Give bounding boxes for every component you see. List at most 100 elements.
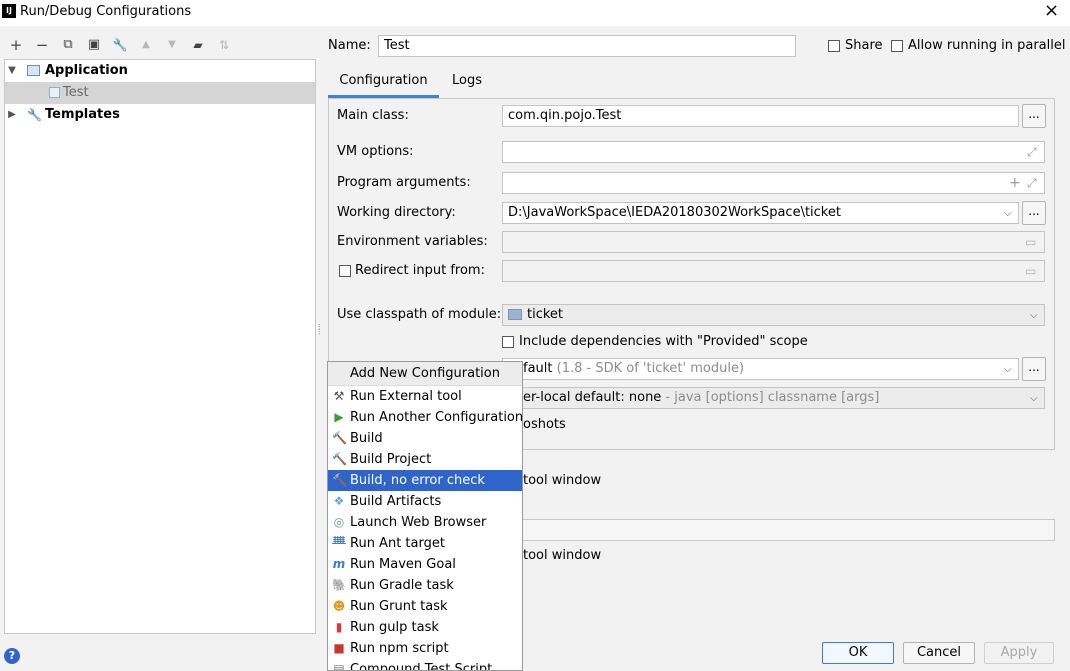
shorten-cmdline-select[interactable]: er-local default: none - java [options] … bbox=[502, 387, 1045, 409]
program-args-label: Program arguments: bbox=[337, 175, 471, 190]
grunt-icon: ☻ bbox=[332, 599, 346, 613]
tools-icon: ⚒ bbox=[333, 389, 345, 403]
redirect-input bbox=[502, 260, 1045, 282]
copy-icon[interactable]: ⧉ bbox=[60, 37, 76, 53]
popup-item-label: Launch Web Browser bbox=[350, 515, 487, 530]
folder-add-icon[interactable]: ▰ bbox=[190, 37, 206, 53]
working-dir-input[interactable]: D:\JavaWorkSpace\IEDA20180302WorkSpace\t… bbox=[502, 202, 1019, 224]
expand-icon[interactable]: ⤢ bbox=[1027, 145, 1037, 160]
window-title: Run/Debug Configurations bbox=[20, 4, 192, 19]
test-config-icon bbox=[49, 87, 60, 98]
hammer-icon: 🔨 bbox=[332, 431, 347, 445]
popup-item[interactable]: ◎ Launch Web Browser bbox=[328, 512, 522, 533]
share-label[interactable]: Share bbox=[845, 38, 883, 53]
classpath-label: Use classpath of module: bbox=[337, 307, 502, 322]
sort-icon: ⇅ bbox=[218, 38, 230, 52]
browse-button[interactable]: ... bbox=[1022, 104, 1046, 128]
chevron-down-icon[interactable]: ⌵ bbox=[1004, 208, 1012, 219]
tab-logs[interactable]: Logs bbox=[452, 68, 482, 98]
shorten-value: er-local default: none bbox=[523, 390, 662, 405]
vm-options-input[interactable] bbox=[502, 141, 1045, 163]
popup-item[interactable]: ❖ Build Artifacts bbox=[328, 491, 522, 512]
chevron-down-icon[interactable]: ⌵ bbox=[1004, 364, 1012, 375]
popup-item[interactable]: 🔨 Build, no error check bbox=[328, 470, 522, 491]
tree-item-label: Templates bbox=[45, 107, 120, 122]
tree-item-test[interactable]: Test bbox=[5, 82, 315, 104]
tab-configuration[interactable]: Configuration bbox=[328, 68, 439, 98]
env-vars-input[interactable] bbox=[502, 231, 1045, 253]
popup-item[interactable]: ■ Run npm script bbox=[328, 638, 522, 659]
popup-item-label: Run Ant target bbox=[350, 536, 445, 551]
npm-icon: ■ bbox=[333, 641, 345, 655]
popup-item[interactable]: ▮ Run gulp task bbox=[328, 617, 522, 638]
name-input[interactable]: Test bbox=[378, 35, 796, 57]
parallel-label[interactable]: Allow running in parallel bbox=[908, 38, 1065, 53]
include-deps-checkbox[interactable] bbox=[502, 336, 514, 348]
intellij-icon: IJ bbox=[2, 4, 16, 18]
popup-item[interactable]: ▤ Compound Test Script bbox=[328, 659, 522, 671]
env-vars-label: Environment variables: bbox=[337, 234, 488, 249]
help-icon[interactable]: ? bbox=[4, 648, 20, 664]
globe-icon: ◎ bbox=[333, 515, 345, 529]
show-tool-window-label: tool window bbox=[523, 473, 602, 488]
folder-icon[interactable]: ▭ bbox=[1025, 235, 1036, 249]
remove-icon[interactable]: − bbox=[34, 37, 50, 53]
popup-header: Add New Configuration bbox=[328, 362, 522, 386]
jre-hint: (1.8 - SDK of 'ticket' module) bbox=[556, 361, 745, 376]
save-icon[interactable]: ▣ bbox=[86, 37, 102, 53]
expand-icon[interactable]: ⤢ bbox=[1027, 176, 1037, 191]
move-down-icon: ▼ bbox=[168, 39, 176, 50]
shorten-hint: - java [options] classname [args] bbox=[665, 390, 880, 405]
chevron-down-icon[interactable]: ⌵ bbox=[1030, 393, 1038, 404]
popup-item[interactable]: m Run Maven Goal bbox=[328, 554, 522, 575]
popup-item[interactable]: ☻ Run Grunt task bbox=[328, 596, 522, 617]
splitter-grip[interactable]: ⁝ ⁝ bbox=[318, 324, 321, 338]
chevron-right-icon[interactable]: ▶ bbox=[7, 104, 17, 126]
title-bar: IJ Run/Debug Configurations × bbox=[0, 0, 1070, 26]
popup-item[interactable]: ▶ Run Another Configuration bbox=[328, 407, 522, 428]
popup-item-label: Run gulp task bbox=[350, 620, 439, 635]
main-class-input[interactable]: com.qin.pojo.Test bbox=[502, 105, 1019, 127]
browse-button[interactable]: ... bbox=[1022, 201, 1046, 225]
popup-item-label: Run Another Configuration bbox=[350, 410, 523, 425]
classpath-select[interactable]: ticket bbox=[502, 304, 1045, 326]
include-deps-label: Include dependencies with "Provided" sco… bbox=[519, 334, 808, 349]
hammer-icon: 🔨 bbox=[332, 473, 347, 487]
before-launch-list[interactable] bbox=[515, 519, 1055, 541]
add-configuration-popup: Add New Configuration ⚒ Run External tool… bbox=[327, 361, 523, 671]
jre-value: fault bbox=[523, 361, 553, 376]
close-icon[interactable]: × bbox=[1044, 1, 1059, 21]
add-icon[interactable]: + bbox=[8, 37, 24, 53]
apply-button[interactable]: Apply bbox=[984, 642, 1054, 664]
popup-item-label: Build bbox=[350, 431, 383, 446]
popup-item[interactable]: 🔨 Build bbox=[328, 428, 522, 449]
jre-select[interactable]: fault (1.8 - SDK of 'ticket' module) bbox=[502, 358, 1019, 380]
compound-icon: ▤ bbox=[333, 662, 345, 671]
run-icon: ▶ bbox=[334, 410, 344, 424]
popup-item[interactable]: 🔨 Build Project bbox=[328, 449, 522, 470]
chevron-down-icon[interactable]: ⌵ bbox=[1030, 310, 1038, 321]
activate-tool-window-label: tool window bbox=[523, 548, 602, 563]
popup-item[interactable]: 🐘 Run Gradle task bbox=[328, 575, 522, 596]
wrench-icon[interactable]: 🔧 bbox=[112, 37, 128, 53]
parallel-checkbox[interactable] bbox=[891, 40, 903, 52]
redirect-checkbox[interactable] bbox=[339, 265, 351, 277]
name-label: Name: bbox=[328, 38, 371, 53]
tree-item-label: Application bbox=[45, 63, 128, 78]
ant-icon: ᚙ bbox=[332, 536, 346, 550]
folder-icon: ▭ bbox=[1025, 264, 1037, 278]
tree-item-application[interactable]: ▼ Application bbox=[5, 60, 315, 82]
cancel-button[interactable]: Cancel bbox=[903, 642, 975, 664]
popup-item[interactable]: ⚒ Run External tool bbox=[328, 386, 522, 407]
ok-button[interactable]: OK bbox=[822, 642, 894, 664]
browse-button[interactable]: ... bbox=[1022, 357, 1046, 381]
tree-item-templates[interactable]: ▶ 🔧 Templates bbox=[5, 104, 315, 126]
program-args-input[interactable] bbox=[502, 172, 1045, 194]
tree-item-label: Test bbox=[63, 85, 89, 100]
vm-options-label: VM options: bbox=[337, 144, 414, 159]
chevron-down-icon[interactable]: ▼ bbox=[7, 60, 17, 82]
plus-icon[interactable]: + bbox=[1009, 175, 1021, 191]
popup-item-label: Run npm script bbox=[350, 641, 449, 656]
share-checkbox[interactable] bbox=[828, 40, 840, 52]
popup-item[interactable]: ᚙ Run Ant target bbox=[328, 533, 522, 554]
